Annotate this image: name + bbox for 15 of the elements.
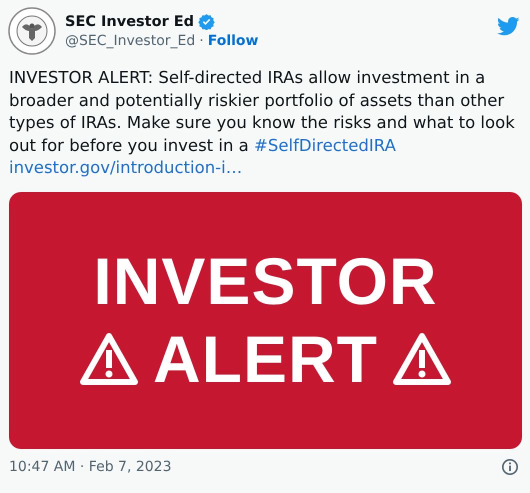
follow-link[interactable]: Follow [208,33,258,49]
seal-icon [8,7,56,55]
separator-dot: · [199,33,204,49]
graphic-headline: INVESTOR [93,243,438,320]
bird-logo-icon [497,17,520,36]
author-handle: @SEC_Investor_Ed [65,33,196,49]
author-name: SEC Investor Ed [65,14,194,30]
url-link[interactable]: investor.gov/introduction-i… [9,158,242,178]
info-icon[interactable] [501,458,519,476]
timestamp: 10:47 AM · Feb 7, 2023 [9,458,172,475]
warning-icon [79,332,139,386]
hashtag-link[interactable]: #SelfDirectedIRA [254,136,396,155]
tweet-text: INVESTOR ALERT: Self-directed IRAs allow investment in a broader and potentially riskier portfolio of assets than other types of IRAs. Make sure you know the risks and what to look out for before you invest in a #SelfDirectedIRA investor.gov/introduction-i… [9,67,516,180]
graphic-headline: ALERT [153,321,378,398]
warning-icon [392,332,452,386]
